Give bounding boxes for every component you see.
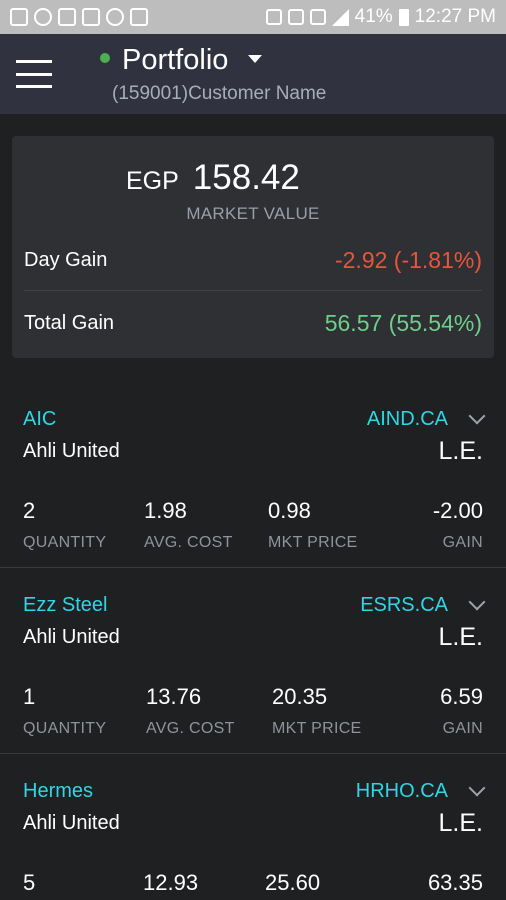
quantity-stat: 5 QUANTITY — [23, 870, 106, 900]
mail-icon — [10, 8, 28, 26]
market-value: EGP 158.42 — [126, 158, 300, 198]
quantity-label: QUANTITY — [23, 720, 107, 737]
portfolio-summary-card: EGP 158.42 MARKET VALUE Day Gain -2.92 (… — [12, 136, 494, 358]
no-sim-icon — [309, 9, 326, 25]
avg-cost-label: AVG. COST — [146, 720, 235, 737]
mkt-price-value: 0.98 — [268, 498, 311, 523]
account-subtitle: (159001)Customer Name — [112, 83, 326, 105]
avg-cost-label: AVG. COST — [144, 534, 233, 551]
app-bar: Portfolio (159001)Customer Name — [0, 34, 506, 114]
chevron-down-icon[interactable] — [468, 407, 486, 425]
clipboard-icon — [130, 8, 148, 26]
notification-icons — [10, 8, 148, 26]
stock-currency: L.E. — [438, 437, 483, 465]
image-icon — [82, 8, 100, 26]
stock-name: Hermes — [23, 780, 94, 802]
clock: 12:27 PM — [414, 6, 496, 27]
broker-name: Ahli United — [23, 440, 120, 462]
whatsapp-icon — [34, 8, 52, 26]
day-gain-value: -2.92 (-1.81%) — [334, 247, 482, 273]
quantity-stat: 2 QUANTITY — [23, 498, 106, 552]
stock-currency: L.E. — [438, 623, 483, 651]
total-gain-row: Total Gain 56.57 (55.54%) — [24, 293, 482, 353]
holding-item[interactable]: AIC AIND.CA Ahli United L.E. 2 QUANTITY … — [0, 382, 506, 568]
account-id: (159001) — [112, 83, 189, 104]
gain-stat: -2.00 GAIN — [433, 498, 483, 552]
avg-cost-value: 12.93 — [143, 870, 199, 895]
mkt-price-value: 25.60 — [265, 870, 321, 895]
system-icons: 41% 12:27 PM — [265, 0, 496, 34]
avg-cost-stat: 12.93 AVG. COST — [143, 870, 232, 900]
sync-icon — [106, 8, 124, 26]
holding-item[interactable]: Ezz Steel ESRS.CA Ahli United L.E. 1 QUA… — [0, 568, 506, 754]
broker-name: Ahli United — [23, 626, 120, 648]
stock-currency: L.E. — [438, 809, 483, 837]
gain-value: 6.59 — [440, 684, 483, 709]
status-dot — [100, 52, 110, 63]
holdings-list: AIC AIND.CA Ahli United L.E. 2 QUANTITY … — [0, 382, 506, 900]
chevron-down-icon[interactable] — [468, 593, 486, 611]
quantity-label: QUANTITY — [23, 534, 107, 551]
avg-cost-stat: 1.98 AVG. COST — [144, 498, 233, 552]
gain-value: 63.35 — [427, 870, 483, 895]
stock-symbol: HRHO.CA — [355, 780, 448, 802]
avg-cost-stat: 13.76 AVG. COST — [146, 684, 235, 738]
mkt-price-stat: 20.35 MKT PRICE — [272, 684, 362, 738]
stock-name: AIC — [23, 408, 57, 430]
mkt-price-stat: 25.60 MKT PRICE — [265, 870, 355, 900]
broker-name: Ahli United — [23, 812, 120, 834]
currency-label: EGP — [126, 167, 179, 195]
mkt-price-label: MKT PRICE — [268, 534, 358, 551]
gain-label: GAIN — [442, 720, 483, 737]
shield-icon — [287, 9, 304, 25]
mkt-price-value: 20.35 — [272, 684, 328, 709]
stock-symbol: AIND.CA — [366, 408, 448, 430]
gain-stat: 63.35 GAIN — [428, 870, 483, 900]
gain-label: GAIN — [442, 534, 483, 551]
avg-cost-value: 1.98 — [144, 498, 187, 523]
stock-name: Ezz Steel — [23, 594, 108, 616]
quantity-stat: 1 QUANTITY — [23, 684, 106, 738]
portfolio-selector[interactable]: Portfolio (159001)Customer Name — [100, 44, 326, 105]
avg-cost-value: 13.76 — [146, 684, 202, 709]
mkt-price-label: MKT PRICE — [272, 720, 362, 737]
signal-icon — [331, 8, 349, 26]
hamburger-menu-icon[interactable] — [16, 60, 52, 88]
news-icon — [58, 8, 76, 26]
quantity-value: 1 — [23, 684, 36, 709]
mkt-price-stat: 0.98 MKT PRICE — [268, 498, 358, 552]
market-value-amount: 158.42 — [192, 158, 300, 197]
chevron-down-icon[interactable] — [468, 779, 486, 797]
dropdown-caret-icon[interactable] — [248, 54, 263, 63]
total-gain-label: Total Gain — [24, 311, 115, 334]
quantity-value: 2 — [23, 498, 36, 523]
gain-stat: 6.59 GAIN — [440, 684, 483, 738]
total-gain-value: 56.57 (55.54%) — [324, 309, 482, 336]
vibrate-icon — [265, 9, 282, 25]
main-content: EGP 158.42 MARKET VALUE Day Gain -2.92 (… — [0, 114, 506, 358]
quantity-value: 5 — [23, 870, 36, 895]
battery-icon — [398, 8, 409, 26]
battery-percent: 41% — [354, 6, 393, 27]
gain-value: -2.00 — [432, 498, 483, 523]
market-value-label: MARKET VALUE — [186, 204, 320, 223]
day-gain-row: Day Gain -2.92 (-1.81%) — [24, 231, 482, 291]
page-title: Portfolio — [122, 44, 229, 76]
day-gain-label: Day Gain — [24, 249, 108, 271]
stock-symbol: ESRS.CA — [360, 594, 448, 616]
status-bar: 41% 12:27 PM — [0, 0, 506, 34]
holding-item[interactable]: Hermes HRHO.CA Ahli United L.E. 5 QUANTI… — [0, 754, 506, 900]
customer-name: Customer Name — [188, 83, 327, 104]
